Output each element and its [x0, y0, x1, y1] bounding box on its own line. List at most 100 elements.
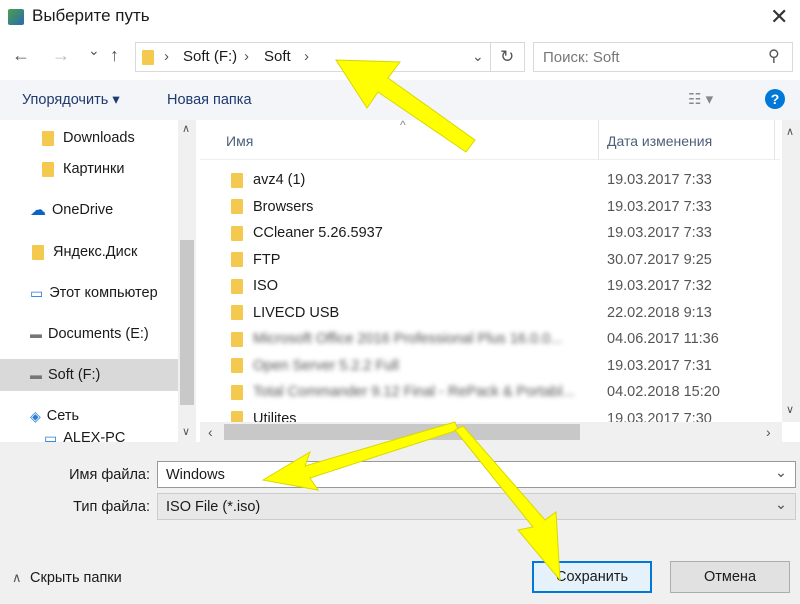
- file-list-vertical-scrollbar[interactable]: ∧ ∨: [782, 120, 800, 422]
- file-name: Browsers: [253, 198, 314, 215]
- scroll-down-icon[interactable]: ∨: [182, 425, 190, 438]
- cancel-button[interactable]: Отмена: [670, 561, 790, 593]
- file-date: 19.03.2017 7:33: [607, 198, 712, 215]
- breadcrumb-soft-folder[interactable]: Soft: [264, 48, 291, 65]
- search-icon[interactable]: ⚲: [768, 46, 780, 66]
- sidebar-item-pictures[interactable]: Картинки: [0, 153, 178, 185]
- scrollbar-thumb[interactable]: [224, 424, 580, 440]
- folder-icon: [231, 384, 243, 400]
- filetype-label: Тип файла:: [73, 499, 150, 515]
- organize-button[interactable]: Упорядочить ▾: [22, 92, 120, 108]
- view-options-icon[interactable]: ☷ ▾: [688, 90, 713, 108]
- file-list-horizontal-scrollbar[interactable]: ‹ ›: [200, 422, 782, 442]
- file-date: 19.03.2017 7:32: [607, 278, 712, 294]
- sidebar-item-yandex-disk[interactable]: Яндекс.Диск: [0, 236, 178, 268]
- filename-value[interactable]: Windows: [166, 467, 225, 483]
- file-name: Open Server 5.2.2 Full: [253, 357, 399, 374]
- file-row[interactable]: FTP 30.07.2017 9:25: [200, 247, 780, 273]
- breadcrumb-soft-drive[interactable]: Soft (F:): [183, 48, 237, 65]
- file-list: Имя ^ Дата изменения avz4 (1) 19.03.2017 …: [200, 120, 800, 442]
- scroll-left-icon[interactable]: ‹: [208, 424, 213, 440]
- scroll-down-icon[interactable]: ∨: [786, 403, 794, 416]
- divider: [774, 120, 775, 160]
- breadcrumb-separator-icon[interactable]: ›: [304, 48, 309, 65]
- filetype-select[interactable]: ISO File (*.iso) ⌄: [157, 493, 796, 520]
- column-header-row: Имя ^ Дата изменения: [200, 120, 780, 160]
- file-date: 19.03.2017 7:31: [607, 357, 712, 374]
- chevron-down-icon[interactable]: ⌄: [775, 465, 787, 481]
- file-row[interactable]: CCleaner 5.26.5937 19.03.2017 7:33: [200, 220, 780, 246]
- navigation-pane: Downloads Картинки ☁ OneDrive Яндекс.Диск…: [0, 120, 200, 446]
- scrollbar-thumb[interactable]: [180, 240, 194, 405]
- folder-icon: [231, 305, 243, 320]
- search-box[interactable]: Поиск: Soft ⚲: [533, 42, 793, 72]
- folder-icon: [142, 50, 154, 65]
- file-date: 19.03.2017 7:33: [607, 172, 712, 188]
- column-header-name[interactable]: Имя: [226, 133, 253, 149]
- file-row[interactable]: Open Server 5.2.2 Full 19.03.2017 7:31: [200, 353, 780, 379]
- app-icon: [8, 9, 24, 25]
- divider: [598, 120, 599, 160]
- drive-icon: ▬: [30, 327, 42, 341]
- file-name: Total Commander 9.12 Final - RePack & Po…: [253, 384, 575, 400]
- scroll-up-icon[interactable]: ∧: [786, 125, 794, 138]
- help-icon[interactable]: ?: [765, 89, 785, 109]
- sidebar-item-label: Downloads: [63, 130, 135, 146]
- save-button[interactable]: Сохранить: [532, 561, 652, 593]
- file-date: 19.03.2017 7:33: [607, 225, 712, 241]
- file-row[interactable]: Microsoft Office 2016 Professional Plus …: [200, 326, 780, 352]
- address-bar[interactable]: › Soft (F:) › Soft › ⌄ ↻: [135, 42, 525, 72]
- file-row[interactable]: ISO 19.03.2017 7:32: [200, 273, 780, 299]
- file-date: 22.02.2018 9:13: [607, 304, 712, 321]
- filename-input[interactable]: Windows ⌄: [157, 461, 796, 488]
- file-row[interactable]: Browsers 19.03.2017 7:33: [200, 194, 780, 220]
- divider: [490, 43, 491, 71]
- file-row[interactable]: LIVECD USB 22.02.2018 9:13: [200, 300, 780, 326]
- scroll-right-icon[interactable]: ›: [766, 424, 771, 440]
- file-name: Microsoft Office 2016 Professional Plus …: [253, 331, 563, 347]
- chevron-down-icon[interactable]: ⌄: [775, 497, 787, 513]
- save-form: Имя файла: Windows ⌄ Тип файла: ISO File …: [0, 442, 800, 604]
- computer-icon: ▭: [30, 284, 44, 301]
- search-input[interactable]: Поиск: Soft: [543, 49, 620, 66]
- folder-icon: [231, 172, 243, 188]
- scroll-up-icon[interactable]: ∧: [182, 122, 190, 135]
- back-arrow-icon[interactable]: ←: [12, 45, 30, 66]
- sidebar-item-downloads[interactable]: Downloads: [0, 122, 178, 154]
- hide-folders-button[interactable]: Скрыть папки: [30, 570, 122, 586]
- forward-arrow-icon[interactable]: →: [52, 45, 70, 66]
- new-folder-button[interactable]: Новая папка: [167, 92, 252, 108]
- sidebar-item-documents-drive[interactable]: ▬ Documents (E:): [0, 318, 178, 350]
- hide-folders-chevron-icon[interactable]: ∧: [12, 570, 22, 586]
- file-name: CCleaner 5.26.5937: [253, 225, 383, 241]
- sidebar-item-label: Этот компьютер: [49, 285, 158, 301]
- up-arrow-icon[interactable]: ↑: [110, 45, 119, 66]
- close-button[interactable]: ✕: [770, 4, 788, 30]
- filetype-value: ISO File (*.iso): [166, 498, 261, 515]
- file-name: avz4 (1): [253, 172, 306, 188]
- file-name: LIVECD USB: [253, 304, 340, 321]
- address-dropdown-icon[interactable]: ⌄: [472, 48, 484, 65]
- sidebar-item-label: Яндекс.Диск: [53, 244, 138, 260]
- file-row[interactable]: avz4 (1) 19.03.2017 7:33: [200, 167, 780, 193]
- sort-ascending-icon: ^: [400, 120, 406, 132]
- file-row[interactable]: Total Commander 9.12 Final - RePack & Po…: [200, 379, 780, 405]
- folder-icon: [42, 130, 54, 146]
- folder-icon: [231, 252, 243, 267]
- folder-icon: [42, 161, 54, 177]
- folder-icon: [231, 278, 243, 294]
- recent-locations-chevron-icon[interactable]: ⌄: [88, 42, 100, 59]
- sidebar-item-label: OneDrive: [52, 202, 114, 218]
- sidebar-item-soft-drive[interactable]: ▬ Soft (F:): [0, 359, 178, 391]
- sidebar-scrollbar[interactable]: ∧ ∨: [178, 120, 196, 442]
- file-name: FTP: [253, 251, 281, 268]
- file-date: 04.02.2018 15:20: [607, 384, 720, 400]
- sidebar-item-onedrive[interactable]: ☁ OneDrive: [0, 194, 178, 226]
- file-date: 04.06.2017 11:36: [607, 331, 719, 347]
- network-icon: ◈: [30, 407, 41, 424]
- column-header-date[interactable]: Дата изменения: [607, 133, 712, 149]
- cloud-icon: ☁: [30, 202, 46, 219]
- refresh-icon[interactable]: ↻: [500, 47, 514, 67]
- file-name: ISO: [253, 278, 278, 294]
- sidebar-item-this-pc[interactable]: ▭ Этот компьютер: [0, 277, 178, 309]
